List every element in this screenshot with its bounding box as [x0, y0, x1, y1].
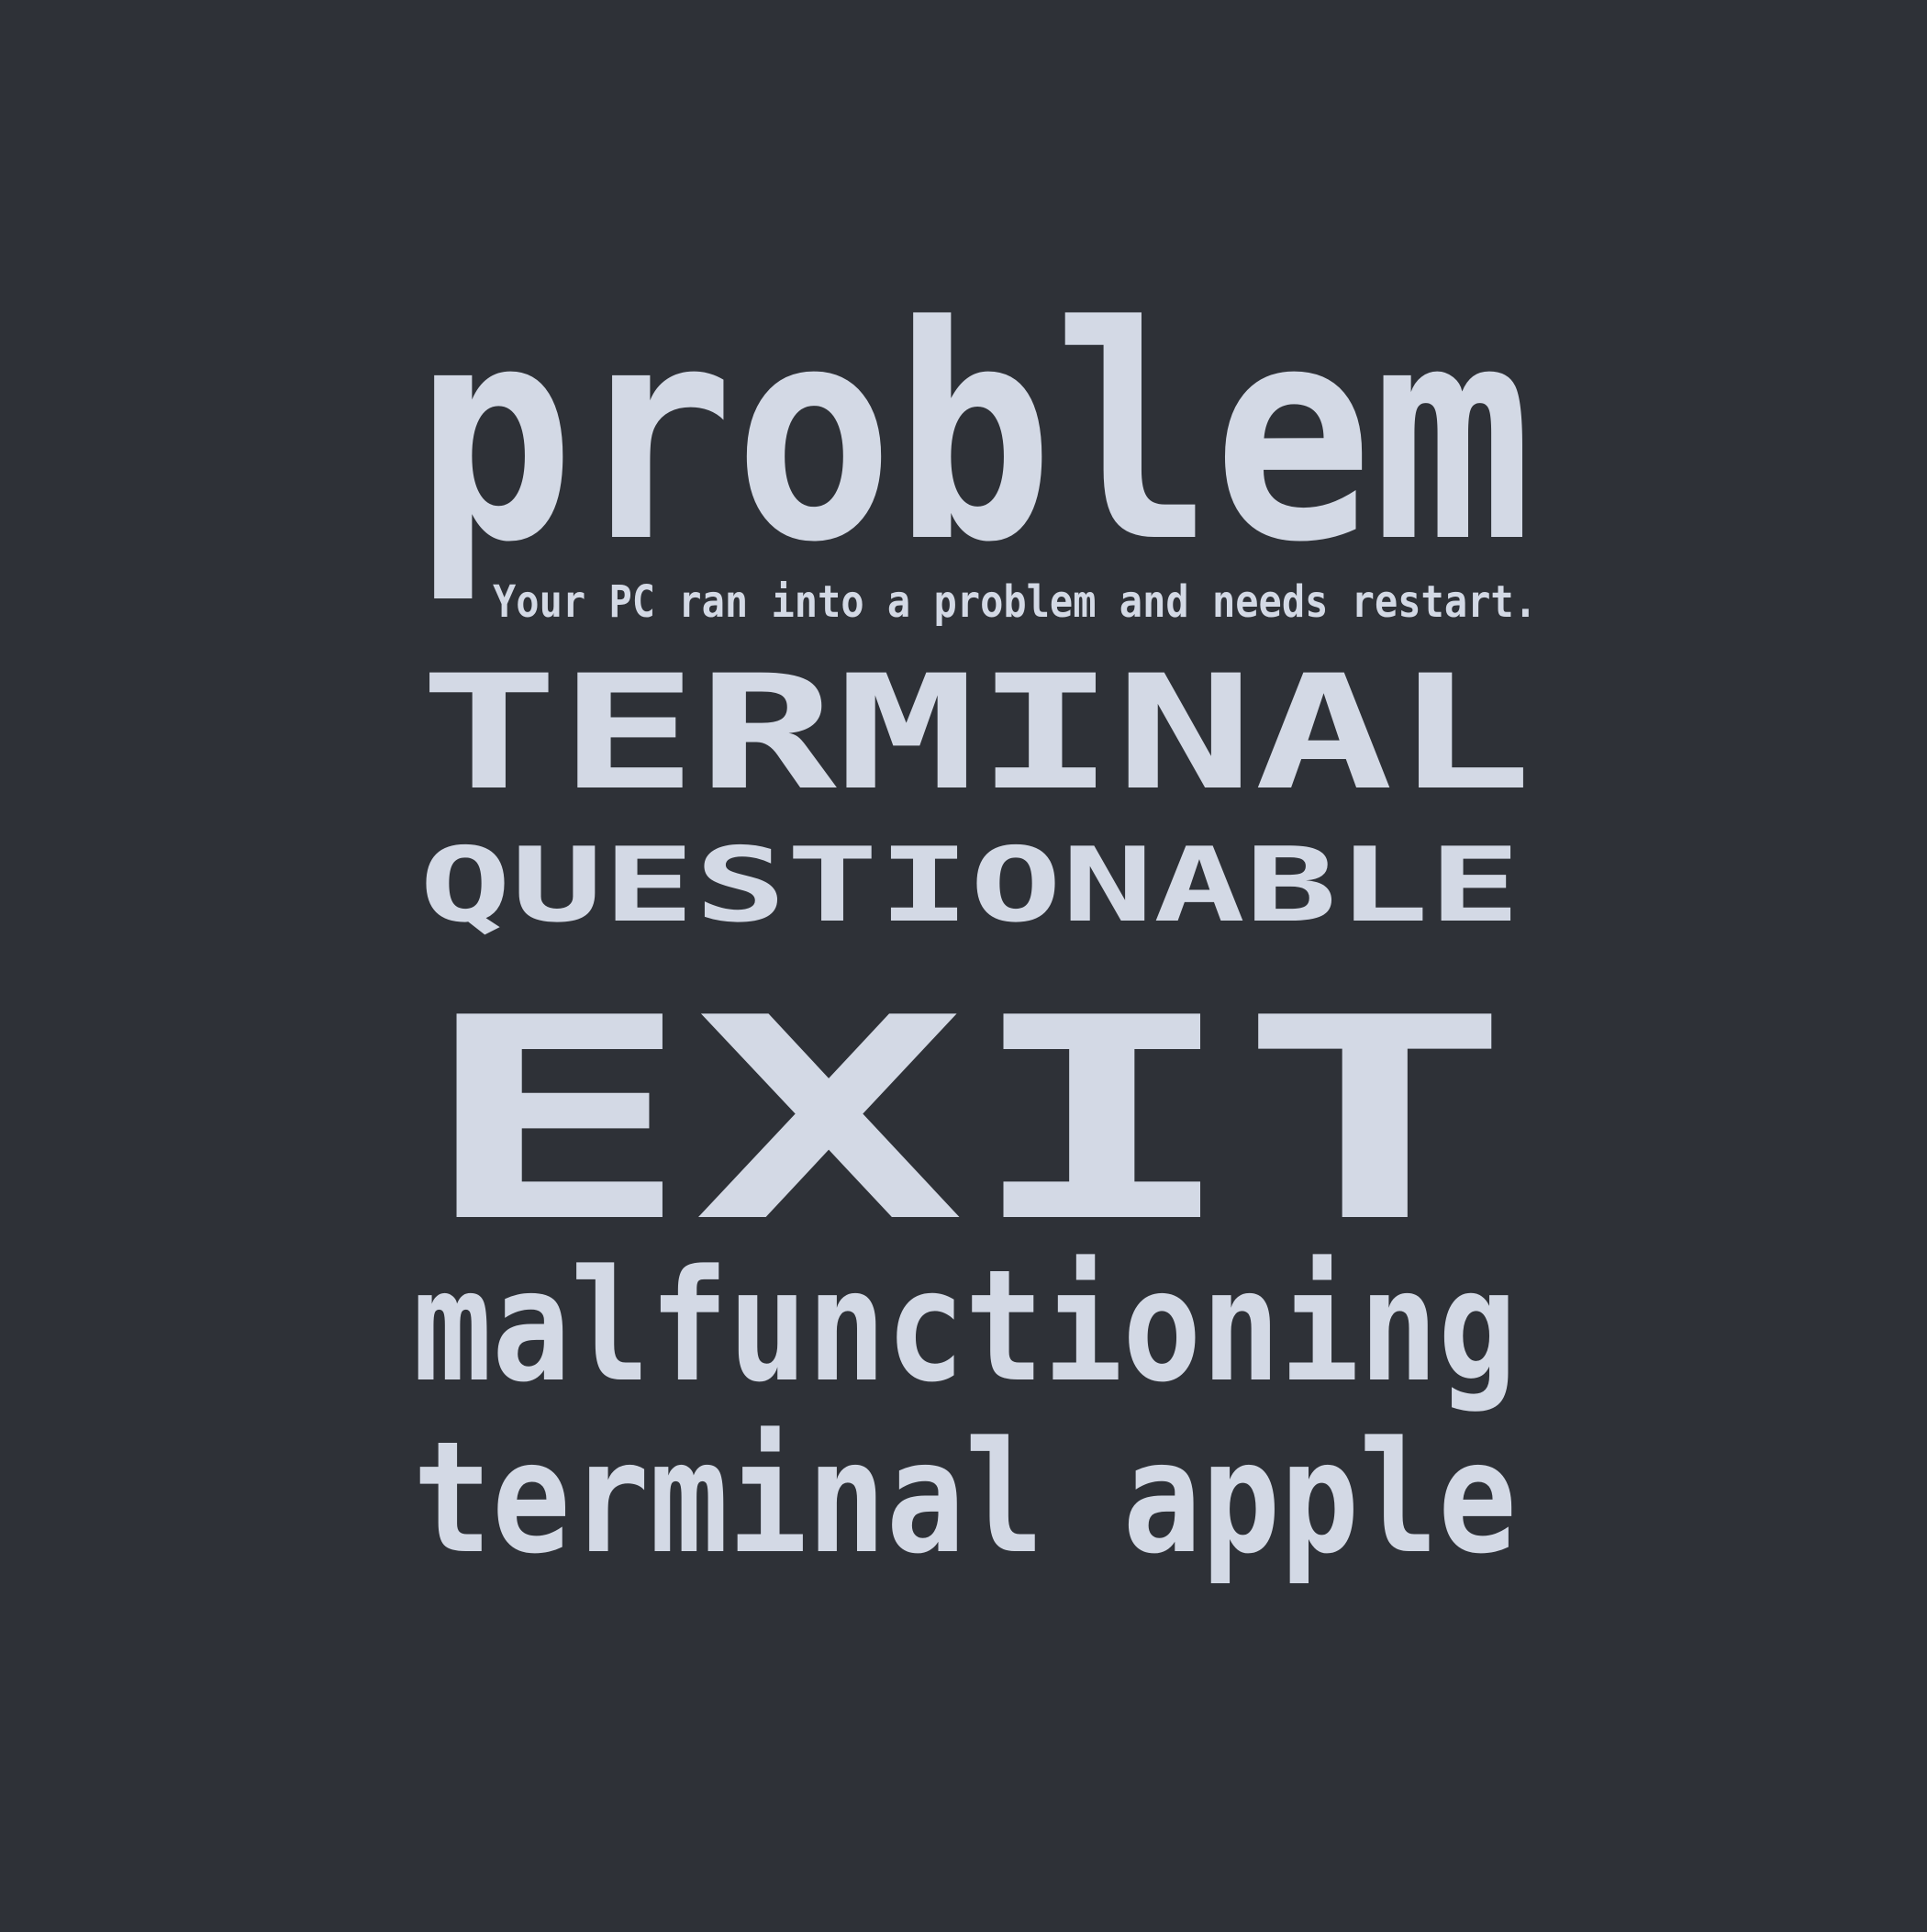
word-malfunctioning: malfunctioning	[413, 1236, 1517, 1416]
word-questionable: QUESTIONABLE	[419, 826, 1520, 945]
word-problem: problem	[415, 262, 1532, 607]
word-terminal-caps: TERMINAL	[419, 641, 1532, 825]
poster: problem Your PC ran into a problem and n…	[0, 0, 1927, 1927]
poster-canvas: problem Your PC ran into a problem and n…	[0, 0, 1927, 1927]
word-exit: EXIT	[419, 958, 1511, 1283]
subtitle-message: Your PC ran into a problem and needs res…	[493, 576, 1537, 628]
word-terminal-apple: terminal apple	[413, 1408, 1517, 1588]
